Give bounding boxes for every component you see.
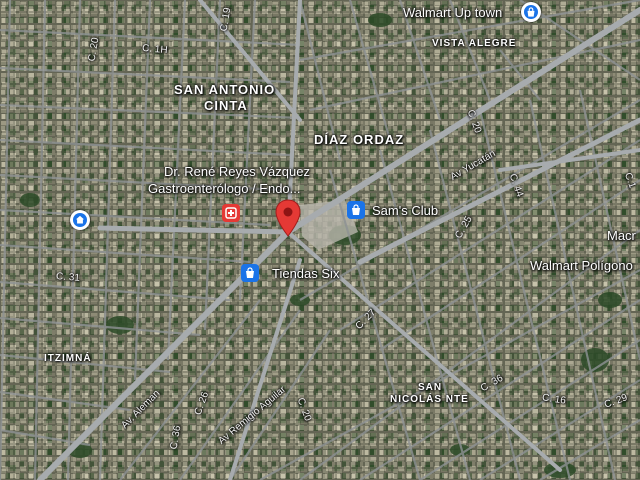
home-icon[interactable]	[70, 210, 90, 230]
satellite-map[interactable]	[0, 0, 640, 480]
shopping-bag-icon[interactable]	[347, 201, 365, 219]
shopping-bag-icon[interactable]	[521, 2, 541, 22]
hospital-icon[interactable]	[222, 204, 240, 222]
shopping-bag-icon[interactable]	[241, 264, 259, 282]
